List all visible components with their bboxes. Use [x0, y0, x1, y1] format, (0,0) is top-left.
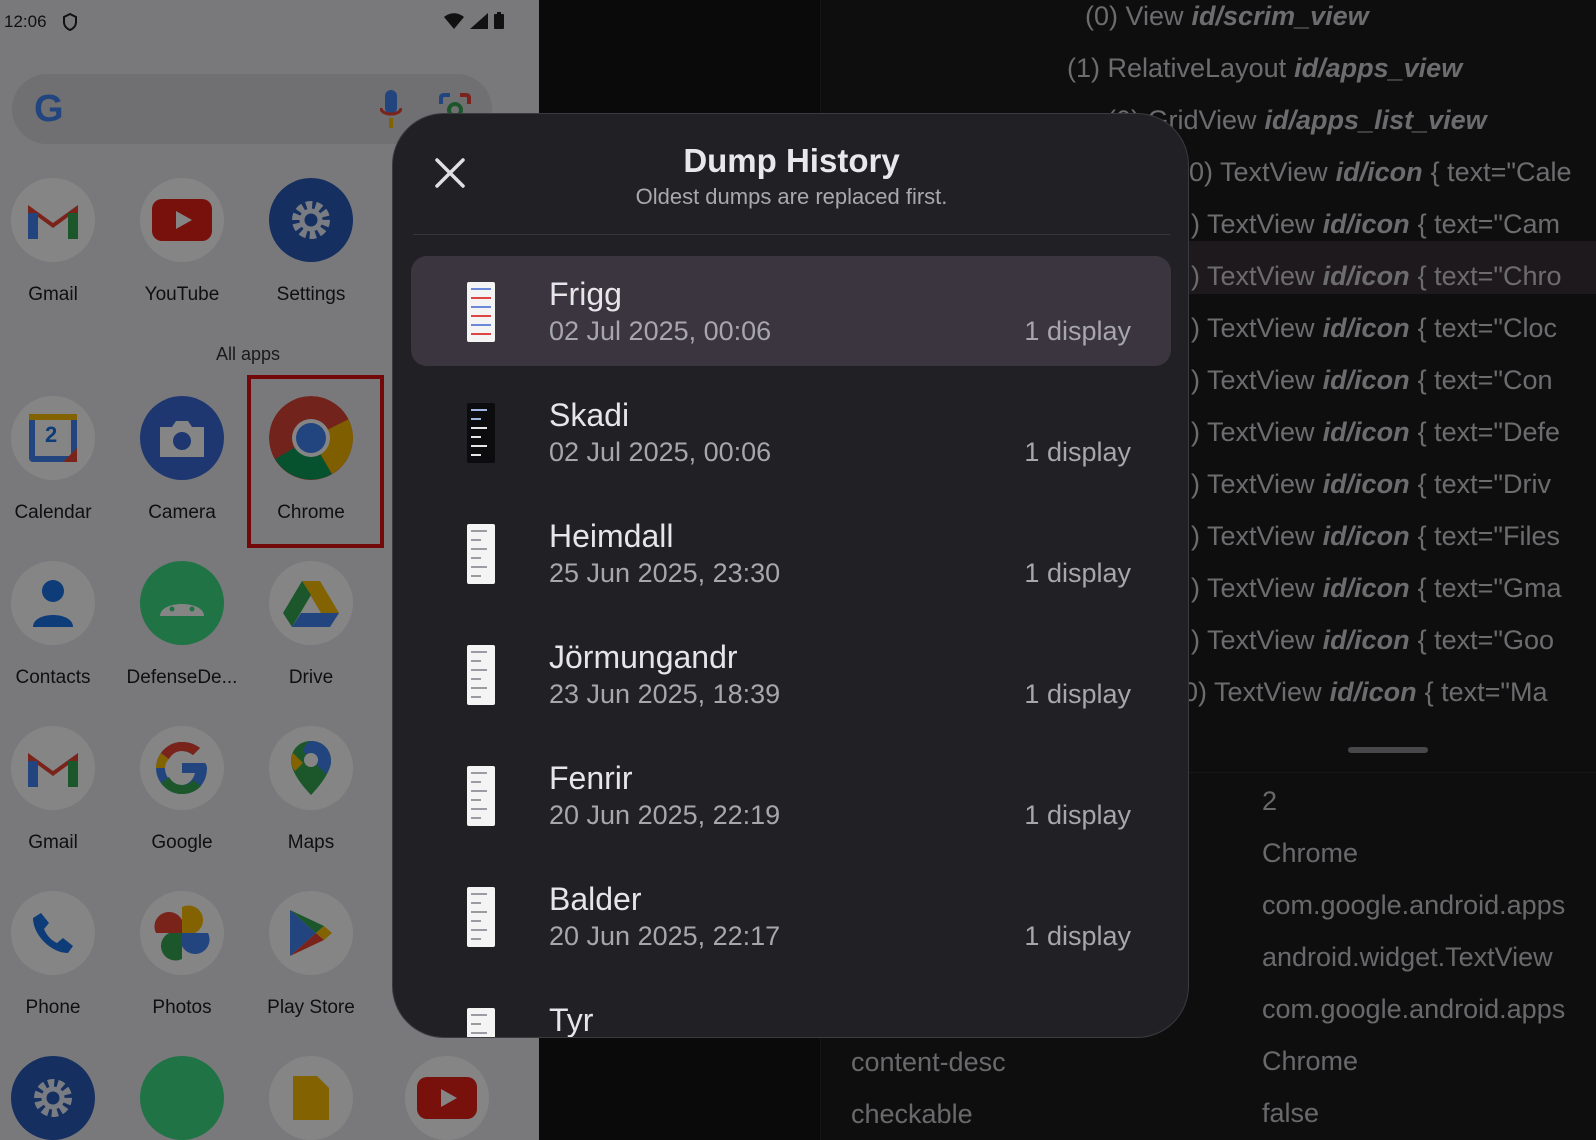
dump-timestamp: 20 Jun 2025, 22:17 — [549, 921, 781, 951]
dump-name: Frigg — [549, 276, 622, 312]
dialog-subtitle: Oldest dumps are replaced first. — [635, 184, 948, 209]
dump-history-item[interactable]: Frigg 02 Jul 2025, 00:06 1 display — [411, 256, 1171, 366]
dump-thumbnail — [467, 282, 495, 342]
dump-display-count: 1 display — [1024, 558, 1131, 588]
divider — [413, 234, 1170, 235]
dump-history-dialog: Dump History Oldest dumps are replaced f… — [392, 113, 1189, 1038]
dump-thumbnail — [467, 766, 495, 826]
dump-display-count: 1 display — [1024, 316, 1131, 346]
dump-history-item[interactable]: Balder 20 Jun 2025, 22:17 1 display — [411, 861, 1171, 971]
dump-timestamp: 20 Jun 2025, 22:19 — [549, 800, 781, 830]
dump-name: Skadi — [549, 397, 630, 433]
dump-timestamp: 02 Jul 2025, 00:06 — [549, 437, 772, 467]
dump-display-count: 1 display — [1024, 921, 1131, 951]
dump-history-item[interactable]: Skadi 02 Jul 2025, 00:06 1 display — [411, 377, 1171, 487]
dump-timestamp: 02 Jul 2025, 00:06 — [549, 316, 772, 346]
dump-thumbnail — [467, 887, 495, 947]
dump-thumbnail — [467, 403, 495, 463]
dump-timestamp: 25 Jun 2025, 23:30 — [549, 558, 781, 588]
dump-history-item[interactable]: Fenrir 20 Jun 2025, 22:19 1 display — [411, 740, 1171, 850]
dump-name: Fenrir — [549, 760, 633, 796]
dump-display-count: 1 display — [1024, 679, 1131, 709]
dump-name: Heimdall — [549, 518, 674, 554]
dump-name: Jörmungandr — [549, 639, 738, 675]
dump-display-count: 1 display — [1024, 437, 1131, 467]
dump-thumbnail — [467, 1008, 495, 1037]
dump-display-count: 1 display — [1024, 800, 1131, 830]
dump-timestamp: 23 Jun 2025, 18:39 — [549, 679, 781, 709]
dump-thumbnail — [467, 524, 495, 584]
dump-history-item[interactable]: Tyr — [411, 982, 1171, 1038]
dump-name: Balder — [549, 881, 642, 917]
dump-history-item[interactable]: Heimdall 25 Jun 2025, 23:30 1 display — [411, 498, 1171, 608]
dump-history-item[interactable]: Jörmungandr 23 Jun 2025, 18:39 1 display — [411, 619, 1171, 729]
dialog-title: Dump History — [683, 142, 900, 179]
dump-thumbnail — [467, 645, 495, 705]
dump-name: Tyr — [549, 1002, 594, 1038]
